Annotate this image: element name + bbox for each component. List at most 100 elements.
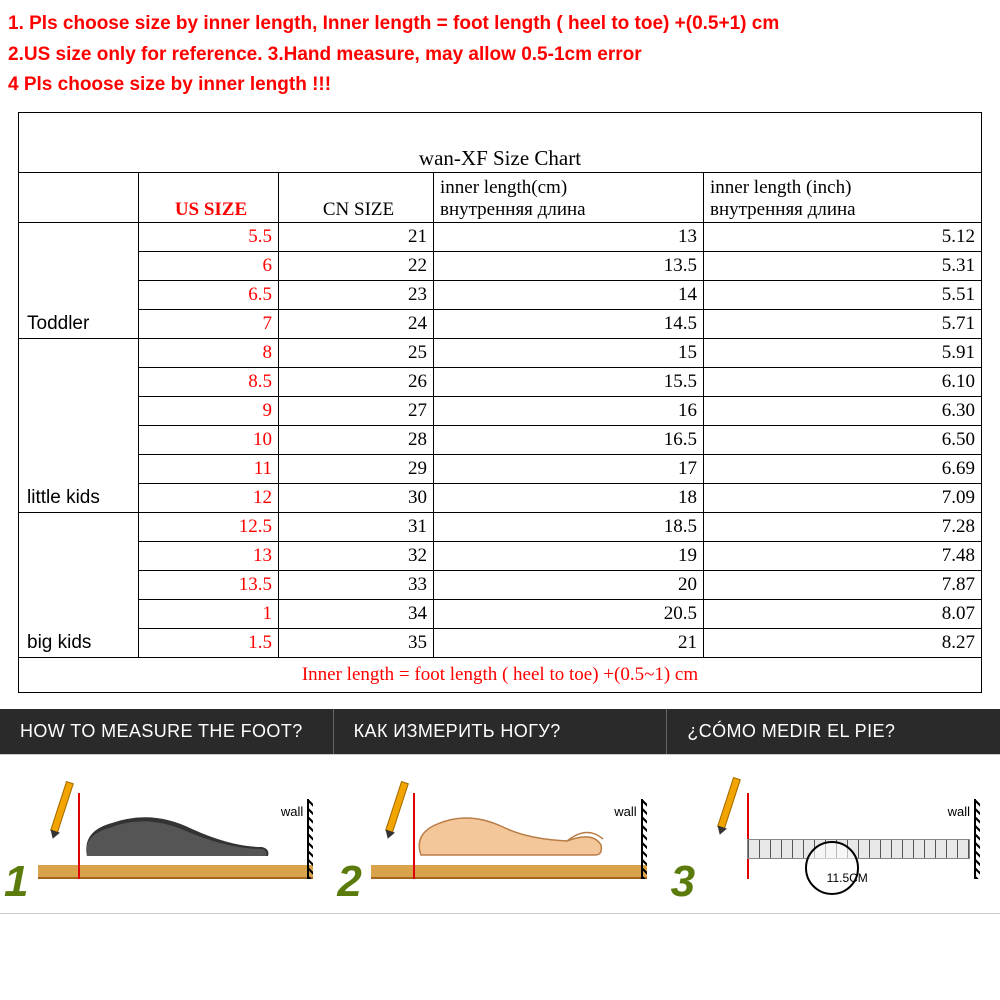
shoe-icon (82, 801, 272, 865)
instruction-line-1: 1. Pls choose size by inner length, Inne… (8, 10, 992, 39)
col-cn-size: CN SIZE (279, 172, 434, 222)
inner-cm-cell: 13.5 (434, 251, 704, 280)
us-size-cell: 6 (139, 251, 279, 280)
inner-inch-cell: 8.27 (704, 628, 982, 657)
inner-cm-cell: 16 (434, 396, 704, 425)
instruction-line-2: 2.US size only for reference. 3.Hand mea… (8, 41, 992, 70)
step-number: 1 (4, 857, 28, 907)
measure-step-2: wall 2 (333, 755, 666, 913)
us-size-cell: 10 (139, 425, 279, 454)
measure-step-1: wall 1 (0, 755, 333, 913)
inner-cm-cell: 20.5 (434, 599, 704, 628)
category-cell: little kids (19, 338, 139, 512)
table-row: 13.533207.87 (19, 570, 982, 599)
inner-cm-cell: 21 (434, 628, 704, 657)
cn-size-cell: 28 (279, 425, 434, 454)
inner-inch-cell: 7.87 (704, 570, 982, 599)
us-size-cell: 12.5 (139, 512, 279, 541)
inner-inch-cell: 7.28 (704, 512, 982, 541)
measure-q-en: HOW TO MEASURE THE FOOT? (0, 709, 333, 754)
wall-label: wall (948, 804, 970, 819)
table-row: 1.535218.27 (19, 628, 982, 657)
instruction-line-3: 4 Pls choose size by inner length !!! (8, 71, 992, 100)
start-marker (413, 793, 415, 879)
inner-inch-cell: 5.51 (704, 280, 982, 309)
measure-q-ru: КАК ИЗМЕРИТЬ НОГУ? (333, 709, 667, 754)
pencil-icon (385, 781, 409, 833)
table-row: 927166.30 (19, 396, 982, 425)
cn-size-cell: 23 (279, 280, 434, 309)
inner-inch-cell: 6.69 (704, 454, 982, 483)
size-chart-container: wan-XF Size Chart US SIZE CN SIZE inner … (18, 112, 982, 693)
cn-size-cell: 35 (279, 628, 434, 657)
start-marker (78, 793, 80, 879)
col-inner-cm: inner length(cm) внутренняя длина (434, 172, 704, 222)
cn-size-cell: 24 (279, 309, 434, 338)
table-row: 1230187.09 (19, 483, 982, 512)
table-row: 62213.55.31 (19, 251, 982, 280)
wall-icon (307, 799, 313, 879)
table-row: 102816.56.50 (19, 425, 982, 454)
wall-label: wall (281, 804, 303, 819)
chart-title: wan-XF Size Chart (19, 112, 982, 172)
inner-inch-cell: 7.09 (704, 483, 982, 512)
cn-size-cell: 29 (279, 454, 434, 483)
start-marker (747, 793, 749, 879)
col-us-size: US SIZE (139, 172, 279, 222)
inner-inch-cell: 6.30 (704, 396, 982, 425)
us-size-cell: 6.5 (139, 280, 279, 309)
measure-figures: wall 1 wall 2 wall (0, 754, 1000, 914)
us-size-cell: 8.5 (139, 367, 279, 396)
step-number: 3 (671, 857, 695, 907)
inner-inch-cell: 7.48 (704, 541, 982, 570)
table-row: 6.523145.51 (19, 280, 982, 309)
cn-size-cell: 26 (279, 367, 434, 396)
cn-size-cell: 34 (279, 599, 434, 628)
wall-icon (974, 799, 980, 879)
footer-formula: Inner length = foot length ( heel to toe… (19, 657, 982, 692)
measure-strip: HOW TO MEASURE THE FOOT? КАК ИЗМЕРИТЬ НО… (0, 709, 1000, 914)
us-size-cell: 7 (139, 309, 279, 338)
us-size-cell: 11 (139, 454, 279, 483)
table-row: 1332197.48 (19, 541, 982, 570)
inner-inch-cell: 6.10 (704, 367, 982, 396)
col-inner-in-sub: внутренняя длина (710, 199, 980, 221)
sizing-instructions: 1. Pls choose size by inner length, Inne… (0, 0, 1000, 108)
inner-inch-cell: 5.91 (704, 338, 982, 367)
cn-size-cell: 30 (279, 483, 434, 512)
foot-icon (417, 795, 607, 865)
us-size-cell: 9 (139, 396, 279, 425)
inner-cm-cell: 20 (434, 570, 704, 599)
category-cell: Toddler (19, 222, 139, 338)
inner-cm-cell: 13 (434, 222, 704, 251)
inner-inch-cell: 8.07 (704, 599, 982, 628)
inner-cm-cell: 15 (434, 338, 704, 367)
inner-inch-cell: 5.31 (704, 251, 982, 280)
ruler-icon (747, 839, 970, 859)
ruler-reading: 11.5CM (827, 871, 868, 885)
inner-cm-cell: 15.5 (434, 367, 704, 396)
inner-cm-cell: 14 (434, 280, 704, 309)
cn-size-cell: 32 (279, 541, 434, 570)
us-size-cell: 1 (139, 599, 279, 628)
measure-q-es: ¿CÓMO MEDIR EL PIE? (666, 709, 1000, 754)
col-inner-in-top: inner length (inch) (710, 177, 851, 198)
inner-cm-cell: 19 (434, 541, 704, 570)
pencil-icon (50, 781, 74, 833)
table-row: 8.52615.56.10 (19, 367, 982, 396)
col-category (19, 172, 139, 222)
inner-inch-cell: 5.12 (704, 222, 982, 251)
table-row: little kids825155.91 (19, 338, 982, 367)
inner-inch-cell: 6.50 (704, 425, 982, 454)
us-size-cell: 1.5 (139, 628, 279, 657)
inner-cm-cell: 14.5 (434, 309, 704, 338)
table-row: big kids12.53118.57.28 (19, 512, 982, 541)
table-row: Toddler5.521135.12 (19, 222, 982, 251)
inner-cm-cell: 18 (434, 483, 704, 512)
cn-size-cell: 31 (279, 512, 434, 541)
category-cell: big kids (19, 512, 139, 657)
cn-size-cell: 21 (279, 222, 434, 251)
pencil-icon (717, 777, 741, 829)
us-size-cell: 8 (139, 338, 279, 367)
wall-label: wall (614, 804, 636, 819)
